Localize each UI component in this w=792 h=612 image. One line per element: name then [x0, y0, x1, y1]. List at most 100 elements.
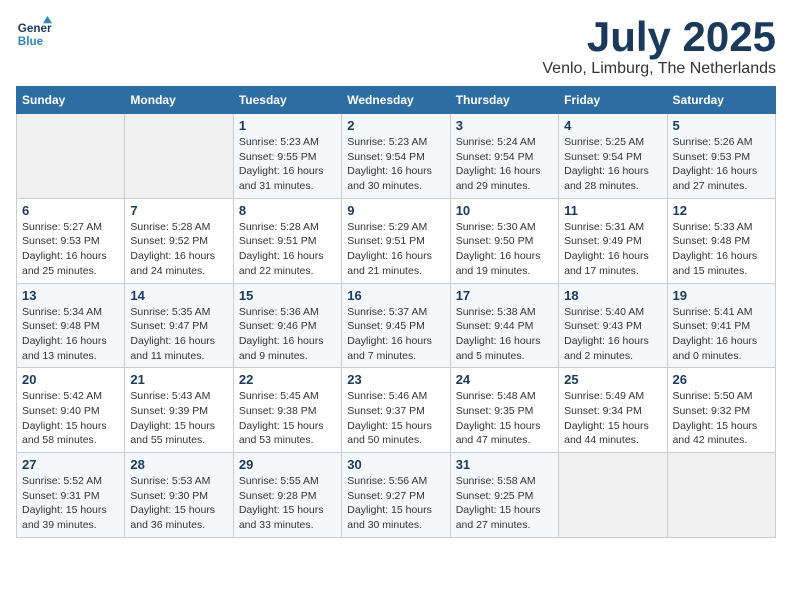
day-number: 25 — [564, 372, 661, 387]
day-number: 24 — [456, 372, 553, 387]
day-number: 17 — [456, 288, 553, 303]
day-number: 29 — [239, 457, 336, 472]
col-header-wednesday: Wednesday — [342, 87, 450, 114]
calendar-cell: 16 Sunrise: 5:37 AM Sunset: 9:45 PM Dayli… — [342, 283, 450, 368]
calendar-cell: 3 Sunrise: 5:24 AM Sunset: 9:54 PM Daylig… — [450, 114, 558, 199]
day-detail: Sunrise: 5:43 AM Sunset: 9:39 PM Dayligh… — [130, 389, 227, 448]
calendar-cell: 22 Sunrise: 5:45 AM Sunset: 9:38 PM Dayli… — [233, 368, 341, 453]
day-detail: Sunrise: 5:45 AM Sunset: 9:38 PM Dayligh… — [239, 389, 336, 448]
day-detail: Sunrise: 5:31 AM Sunset: 9:49 PM Dayligh… — [564, 220, 661, 279]
day-detail: Sunrise: 5:23 AM Sunset: 9:54 PM Dayligh… — [347, 135, 444, 194]
calendar-cell: 6 Sunrise: 5:27 AM Sunset: 9:53 PM Daylig… — [17, 198, 125, 283]
day-detail: Sunrise: 5:40 AM Sunset: 9:43 PM Dayligh… — [564, 305, 661, 364]
day-number: 7 — [130, 203, 227, 218]
day-detail: Sunrise: 5:37 AM Sunset: 9:45 PM Dayligh… — [347, 305, 444, 364]
day-detail: Sunrise: 5:23 AM Sunset: 9:55 PM Dayligh… — [239, 135, 336, 194]
calendar-cell: 21 Sunrise: 5:43 AM Sunset: 9:39 PM Dayli… — [125, 368, 233, 453]
day-detail: Sunrise: 5:27 AM Sunset: 9:53 PM Dayligh… — [22, 220, 119, 279]
day-number: 10 — [456, 203, 553, 218]
day-detail: Sunrise: 5:36 AM Sunset: 9:46 PM Dayligh… — [239, 305, 336, 364]
calendar-cell: 11 Sunrise: 5:31 AM Sunset: 9:49 PM Dayli… — [559, 198, 667, 283]
logo-icon: General Blue — [16, 16, 52, 52]
day-detail: Sunrise: 5:48 AM Sunset: 9:35 PM Dayligh… — [456, 389, 553, 448]
day-detail: Sunrise: 5:49 AM Sunset: 9:34 PM Dayligh… — [564, 389, 661, 448]
day-detail: Sunrise: 5:28 AM Sunset: 9:52 PM Dayligh… — [130, 220, 227, 279]
day-number: 11 — [564, 203, 661, 218]
day-number: 15 — [239, 288, 336, 303]
calendar-cell: 10 Sunrise: 5:30 AM Sunset: 9:50 PM Dayli… — [450, 198, 558, 283]
calendar-cell: 25 Sunrise: 5:49 AM Sunset: 9:34 PM Dayli… — [559, 368, 667, 453]
calendar-cell: 15 Sunrise: 5:36 AM Sunset: 9:46 PM Dayli… — [233, 283, 341, 368]
calendar-cell — [125, 114, 233, 199]
day-number: 18 — [564, 288, 661, 303]
day-detail: Sunrise: 5:29 AM Sunset: 9:51 PM Dayligh… — [347, 220, 444, 279]
calendar-cell: 2 Sunrise: 5:23 AM Sunset: 9:54 PM Daylig… — [342, 114, 450, 199]
day-number: 19 — [673, 288, 770, 303]
col-header-thursday: Thursday — [450, 87, 558, 114]
day-number: 31 — [456, 457, 553, 472]
day-detail: Sunrise: 5:52 AM Sunset: 9:31 PM Dayligh… — [22, 474, 119, 533]
calendar-cell: 8Sunrise: 5:28 AM Sunset: 9:51 PM Daylig… — [233, 198, 341, 283]
day-number: 2 — [347, 118, 444, 133]
calendar-cell — [667, 453, 775, 538]
svg-text:General: General — [18, 22, 52, 35]
day-detail: Sunrise: 5:50 AM Sunset: 9:32 PM Dayligh… — [673, 389, 770, 448]
title-block: July 2025 Venlo, Limburg, The Netherland… — [542, 16, 776, 78]
day-detail: Sunrise: 5:30 AM Sunset: 9:50 PM Dayligh… — [456, 220, 553, 279]
col-header-sunday: Sunday — [17, 87, 125, 114]
day-number: 16 — [347, 288, 444, 303]
calendar-cell: 17 Sunrise: 5:38 AM Sunset: 9:44 PM Dayli… — [450, 283, 558, 368]
calendar-cell: 4 Sunrise: 5:25 AM Sunset: 9:54 PM Daylig… — [559, 114, 667, 199]
location: Venlo, Limburg, The Netherlands — [542, 60, 776, 78]
day-number: 13 — [22, 288, 119, 303]
calendar-cell: 19 Sunrise: 5:41 AM Sunset: 9:41 PM Dayli… — [667, 283, 775, 368]
day-detail: Sunrise: 5:33 AM Sunset: 9:48 PM Dayligh… — [673, 220, 770, 279]
calendar-cell — [559, 453, 667, 538]
day-number: 22 — [239, 372, 336, 387]
day-number: 14 — [130, 288, 227, 303]
day-detail: Sunrise: 5:38 AM Sunset: 9:44 PM Dayligh… — [456, 305, 553, 364]
calendar-cell: 18 Sunrise: 5:40 AM Sunset: 9:43 PM Dayli… — [559, 283, 667, 368]
calendar-cell: 27 Sunrise: 5:52 AM Sunset: 9:31 PM Dayli… — [17, 453, 125, 538]
calendar-cell: 30 Sunrise: 5:56 AM Sunset: 9:27 PM Dayli… — [342, 453, 450, 538]
day-number: 20 — [22, 372, 119, 387]
day-number: 12 — [673, 203, 770, 218]
day-detail: Sunrise: 5:58 AM Sunset: 9:25 PM Dayligh… — [456, 474, 553, 533]
day-detail: Sunrise: 5:41 AM Sunset: 9:41 PM Dayligh… — [673, 305, 770, 364]
day-number: 4 — [564, 118, 661, 133]
day-number: 21 — [130, 372, 227, 387]
day-detail: Sunrise: 5:25 AM Sunset: 9:54 PM Dayligh… — [564, 135, 661, 194]
day-detail: Sunrise: 5:56 AM Sunset: 9:27 PM Dayligh… — [347, 474, 444, 533]
day-number: 9 — [347, 203, 444, 218]
day-number: 1 — [239, 118, 336, 133]
day-number: 3 — [456, 118, 553, 133]
day-number: 26 — [673, 372, 770, 387]
day-detail: Sunrise: 5:28 AM Sunset: 9:51 PM Dayligh… — [239, 220, 336, 279]
day-number: 6 — [22, 203, 119, 218]
calendar-table: SundayMondayTuesdayWednesdayThursdayFrid… — [16, 86, 776, 538]
calendar-cell: 28Sunrise: 5:53 AM Sunset: 9:30 PM Dayli… — [125, 453, 233, 538]
logo: General Blue — [16, 16, 52, 52]
calendar-cell: 23 Sunrise: 5:46 AM Sunset: 9:37 PM Dayli… — [342, 368, 450, 453]
calendar-cell: 20Sunrise: 5:42 AM Sunset: 9:40 PM Dayli… — [17, 368, 125, 453]
page-header: General Blue July 2025 Venlo, Limburg, T… — [16, 16, 776, 78]
calendar-cell: 12 Sunrise: 5:33 AM Sunset: 9:48 PM Dayli… — [667, 198, 775, 283]
col-header-tuesday: Tuesday — [233, 87, 341, 114]
calendar-cell: 14 Sunrise: 5:35 AM Sunset: 9:47 PM Dayli… — [125, 283, 233, 368]
day-number: 27 — [22, 457, 119, 472]
calendar-cell: 26 Sunrise: 5:50 AM Sunset: 9:32 PM Dayli… — [667, 368, 775, 453]
calendar-cell: 13Sunrise: 5:34 AM Sunset: 9:48 PM Dayli… — [17, 283, 125, 368]
day-detail: Sunrise: 5:26 AM Sunset: 9:53 PM Dayligh… — [673, 135, 770, 194]
day-detail: Sunrise: 5:46 AM Sunset: 9:37 PM Dayligh… — [347, 389, 444, 448]
svg-text:Blue: Blue — [18, 35, 44, 48]
day-detail: Sunrise: 5:35 AM Sunset: 9:47 PM Dayligh… — [130, 305, 227, 364]
calendar-cell: 1 Sunrise: 5:23 AM Sunset: 9:55 PM Daylig… — [233, 114, 341, 199]
day-detail: Sunrise: 5:24 AM Sunset: 9:54 PM Dayligh… — [456, 135, 553, 194]
calendar-cell: 31 Sunrise: 5:58 AM Sunset: 9:25 PM Dayli… — [450, 453, 558, 538]
day-number: 30 — [347, 457, 444, 472]
calendar-cell: 5Sunrise: 5:26 AM Sunset: 9:53 PM Daylig… — [667, 114, 775, 199]
day-detail: Sunrise: 5:55 AM Sunset: 9:28 PM Dayligh… — [239, 474, 336, 533]
day-number: 23 — [347, 372, 444, 387]
calendar-cell: 7 Sunrise: 5:28 AM Sunset: 9:52 PM Daylig… — [125, 198, 233, 283]
month-title: July 2025 — [542, 16, 776, 58]
